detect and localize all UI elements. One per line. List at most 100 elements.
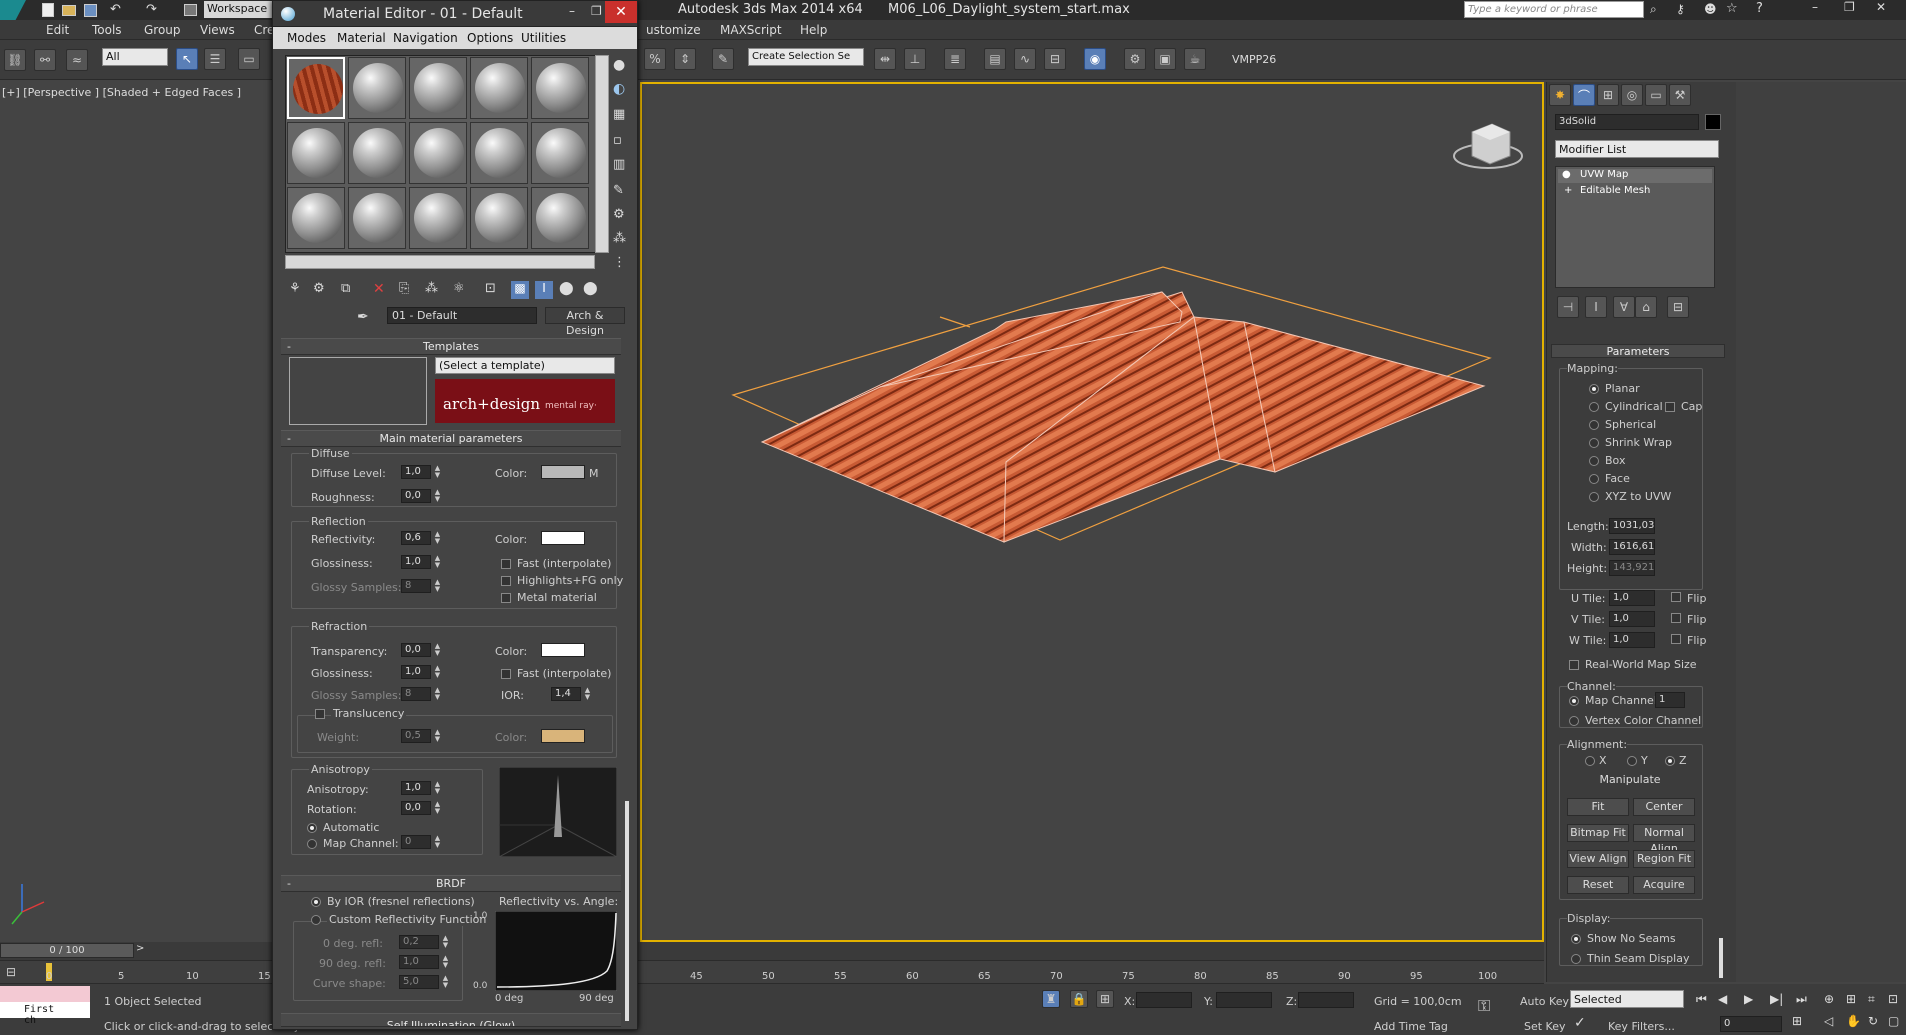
spinner-arrows-icon[interactable]: ▲ ▼ <box>433 801 442 815</box>
spinner-arrows-icon[interactable]: ▲ ▼ <box>441 935 450 949</box>
width-field[interactable]: 1616,61 <box>1609 539 1655 555</box>
refr-samples-spinner[interactable]: 8 <box>401 687 431 701</box>
zoom-extents-icon[interactable]: ⌗ <box>1868 992 1875 1007</box>
parameters-rollout-header[interactable]: Parameters <box>1551 344 1725 358</box>
show-no-seams-radio[interactable] <box>1571 934 1581 944</box>
graphite-toolbar-icon[interactable]: ▤ <box>984 48 1006 70</box>
create-tab-icon[interactable]: ✸ <box>1549 84 1571 106</box>
material-editor-icon[interactable]: ◉ <box>1084 48 1106 70</box>
box-radio[interactable] <box>1589 456 1599 466</box>
refr-glossiness-spinner[interactable]: 1,0 <box>401 665 431 679</box>
reflectivity-spinner[interactable]: 0,6 <box>401 531 431 545</box>
menu-views[interactable]: Views <box>200 23 235 37</box>
search-field[interactable]: Type a keyword or phrase <box>1464 1 1644 18</box>
z-coordinate-field[interactable] <box>1298 992 1354 1008</box>
by-ior-radio[interactable] <box>311 897 321 907</box>
curve-shape-spinner[interactable]: 5,0 <box>399 975 439 989</box>
zoom-icon[interactable]: ⊕ <box>1824 992 1834 1006</box>
spinner-arrows-icon[interactable]: ▲ ▼ <box>433 555 442 569</box>
auto-key-label[interactable]: Auto Key <box>1520 995 1569 1008</box>
length-field[interactable]: 1031,03 <box>1609 518 1655 534</box>
maxscript-listener[interactable] <box>0 986 90 1002</box>
u-tile-field[interactable]: 1,0 <box>1609 590 1655 606</box>
select-object-icon[interactable]: ↖ <box>176 48 198 70</box>
configure-sets-icon[interactable]: ⊟ <box>1667 296 1689 318</box>
absolute-mode-icon[interactable]: ⊞ <box>1096 990 1114 1008</box>
render-production-icon[interactable]: ☕ <box>1184 48 1206 70</box>
open-file-icon[interactable] <box>62 5 76 16</box>
sample-slot[interactable] <box>348 57 406 119</box>
sample-slot[interactable] <box>287 187 345 249</box>
deg0-spinner[interactable]: 0,2 <box>399 935 439 949</box>
acquire-button[interactable]: Acquire <box>1633 876 1695 894</box>
sample-slot[interactable] <box>470 57 528 119</box>
pan-icon[interactable]: ✋ <box>1846 1014 1861 1028</box>
go-to-start-icon[interactable]: ⏮ <box>1696 992 1707 1007</box>
options-icon[interactable]: ⚙ <box>613 207 625 222</box>
spinner-arrows-icon[interactable]: ▲ ▼ <box>583 687 592 701</box>
binoculars-icon[interactable]: ⌕ <box>1650 2 1657 17</box>
view-align-button[interactable]: View Align <box>1567 850 1629 868</box>
x-coordinate-field[interactable] <box>1136 992 1192 1008</box>
app-logo-icon[interactable] <box>0 0 26 20</box>
curve-editor-icon[interactable]: ∿ <box>1014 48 1036 70</box>
put-to-library-icon[interactable]: ⚛ <box>453 281 465 296</box>
slots-horizontal-scrollbar[interactable] <box>285 255 595 269</box>
user-icon[interactable]: ☻ <box>1704 2 1717 16</box>
display-tab-icon[interactable]: ▭ <box>1645 84 1667 106</box>
automatic-radio[interactable] <box>307 823 317 833</box>
named-selection-dropdown[interactable]: Create Selection Se <box>748 48 864 66</box>
reset-button[interactable]: Reset <box>1567 876 1629 894</box>
go-to-end-icon[interactable]: ⏭ <box>1796 992 1807 1007</box>
rendered-frame-icon[interactable]: ▣ <box>1154 48 1176 70</box>
map-channel-radio[interactable] <box>1569 696 1579 706</box>
real-world-checkbox[interactable] <box>1569 660 1579 670</box>
undo-icon[interactable]: ↶ <box>110 2 121 17</box>
menu-group[interactable]: Group <box>144 23 181 37</box>
bind-space-warp-icon[interactable]: ≈ <box>66 49 88 71</box>
deg90-spinner[interactable]: 1,0 <box>399 955 439 969</box>
stack-item-uvw-map[interactable]: UVW Map <box>1558 169 1712 183</box>
sample-slot[interactable] <box>287 57 345 119</box>
spinner-arrows-icon[interactable]: ▲ ▼ <box>433 729 442 743</box>
select-by-material-icon[interactable]: ⁂ <box>613 231 626 246</box>
transparency-spinner[interactable]: 0,0 <box>401 643 431 657</box>
field-of-view-icon[interactable]: ◁ <box>1824 1014 1833 1028</box>
make-unique-mat-icon[interactable]: ⁂ <box>425 281 438 296</box>
align-z-radio[interactable] <box>1665 756 1675 766</box>
spinner-arrows-icon[interactable]: ▲ ▼ <box>433 665 442 679</box>
make-copy-icon[interactable]: ⎘ <box>399 281 409 296</box>
refr-fast-checkbox[interactable] <box>501 669 511 679</box>
center-button[interactable]: Center <box>1633 798 1695 816</box>
backlight-icon[interactable]: ◐ <box>613 81 625 97</box>
schematic-view-icon[interactable]: ⊟ <box>1044 48 1066 70</box>
make-unique-icon[interactable]: ∀ <box>1613 296 1635 318</box>
redo-icon[interactable]: ↷ <box>146 2 157 17</box>
minimize-icon[interactable]: – <box>1812 0 1818 14</box>
self-illum-rollout-header[interactable]: Self Illumination (Glow) <box>281 1013 621 1027</box>
sample-slot[interactable] <box>287 122 345 184</box>
maxscript-mini-field[interactable]: First ch <box>0 1002 90 1026</box>
close-app-icon[interactable]: ✕ <box>1876 0 1886 14</box>
sample-slot[interactable] <box>348 122 406 184</box>
sample-type-icon[interactable]: ● <box>613 57 625 73</box>
menu-tools[interactable]: Tools <box>92 23 122 37</box>
cylindrical-radio[interactable] <box>1589 402 1599 412</box>
custom-reflectivity-radio[interactable] <box>311 915 321 925</box>
viewcube-icon[interactable] <box>1453 123 1523 169</box>
refraction-color-swatch[interactable] <box>541 643 585 657</box>
mated-restore-icon[interactable]: ❐ <box>591 4 602 18</box>
workspace-dropdown[interactable]: Workspace <box>204 1 272 18</box>
spinner-arrows-icon[interactable]: ▲ ▼ <box>433 835 442 849</box>
save-file-icon[interactable] <box>84 4 97 17</box>
refl-fast-checkbox[interactable] <box>501 559 511 569</box>
percent-snap-icon[interactable]: % <box>644 48 666 70</box>
background-icon[interactable]: ▦ <box>613 107 625 122</box>
y-coordinate-field[interactable] <box>1216 992 1272 1008</box>
mated-menu-options[interactable]: Options <box>467 31 513 45</box>
translucency-checkbox[interactable] <box>315 709 325 719</box>
material-editor-title-bar[interactable]: Material Editor - 01 - Default – ❐ ✕ <box>273 1 637 27</box>
mated-menu-navigation[interactable]: Navigation <box>393 31 458 45</box>
region-fit-button[interactable]: Region Fit <box>1633 850 1695 868</box>
refl-samples-spinner[interactable]: 8 <box>401 579 431 593</box>
